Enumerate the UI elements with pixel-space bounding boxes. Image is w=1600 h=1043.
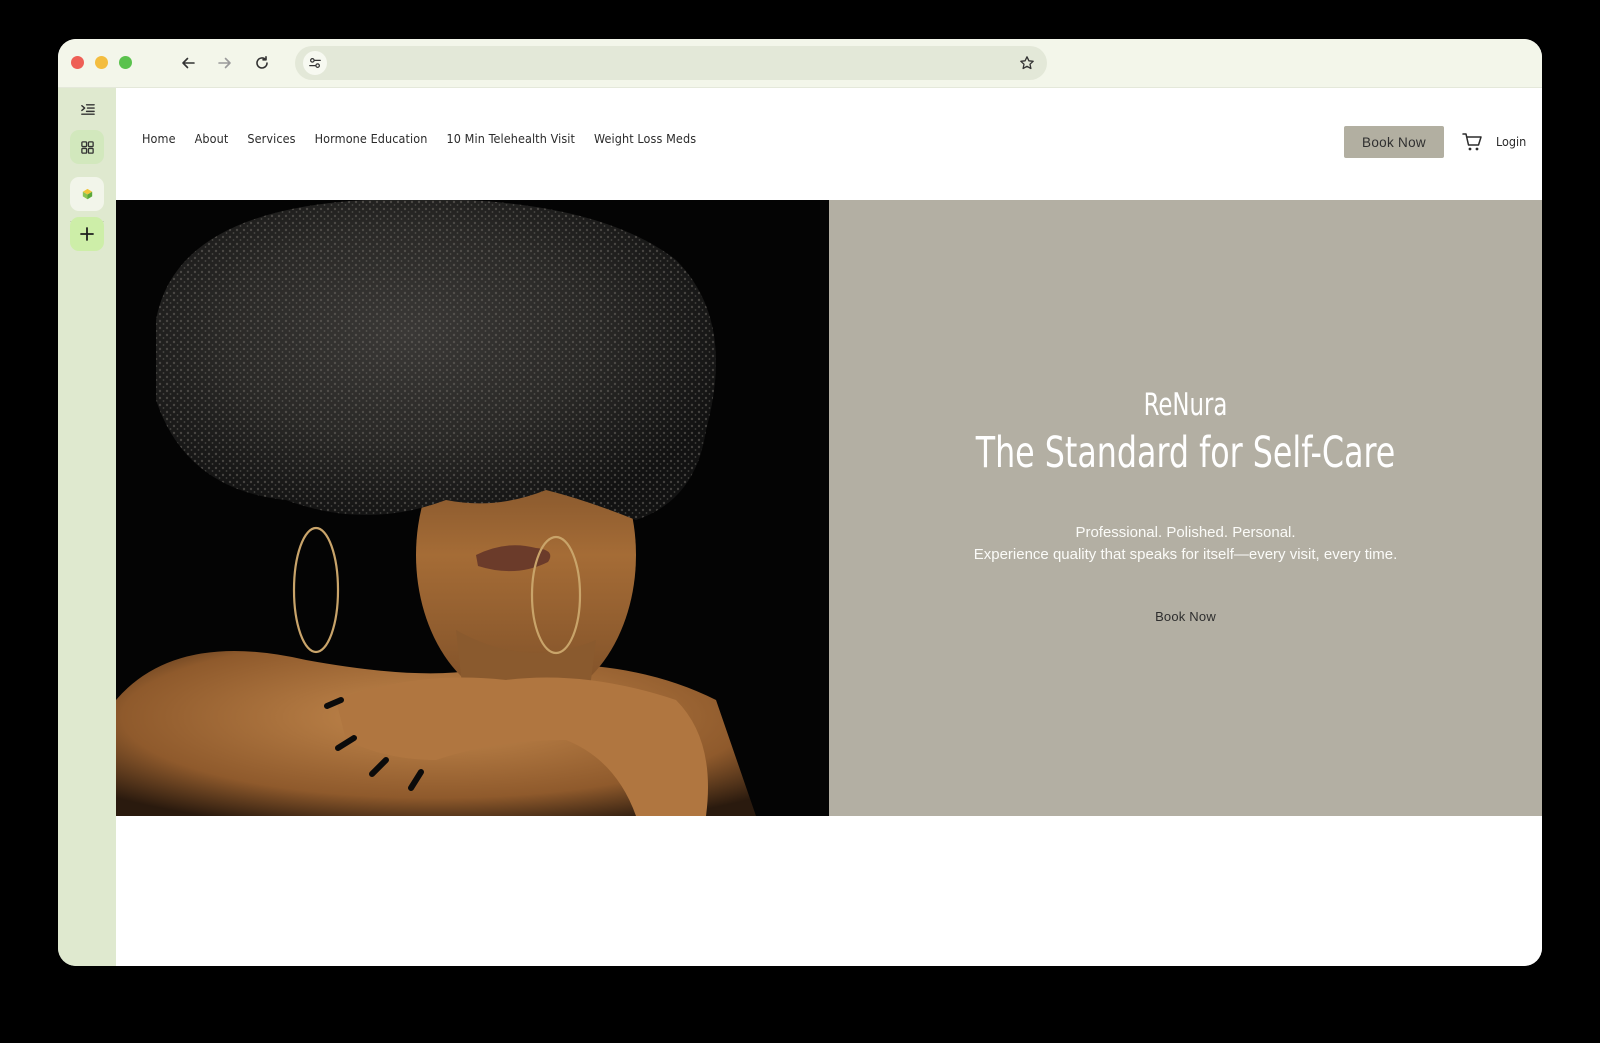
- cart-icon[interactable]: [1461, 131, 1483, 153]
- reload-icon[interactable]: [250, 51, 274, 75]
- nav-item-services[interactable]: Services: [247, 131, 295, 146]
- maximize-window-button[interactable]: [119, 56, 132, 69]
- hero-portrait-image: [116, 200, 829, 816]
- extension-logo-icon[interactable]: [70, 177, 104, 211]
- hero-headline: The Standard for Self-Care: [975, 428, 1396, 478]
- plus-icon[interactable]: [70, 217, 104, 251]
- header-book-now-button[interactable]: Book Now: [1344, 126, 1444, 158]
- browser-window: Home About Services Hormone Education 10…: [58, 39, 1542, 966]
- hero-tagline: Professional. Polished. Personal.: [1075, 524, 1296, 541]
- site-navigation: Home About Services Hormone Education 10…: [142, 131, 715, 146]
- hero-book-now-link[interactable]: Book Now: [829, 609, 1542, 624]
- back-arrow-icon[interactable]: [176, 51, 200, 75]
- login-link[interactable]: Login: [1496, 134, 1526, 149]
- hero-text-panel: ReNura The Standard for Self-Care Profes…: [829, 200, 1542, 816]
- minimize-window-button[interactable]: [95, 56, 108, 69]
- browser-sidebar: [58, 88, 116, 966]
- sidebar-toggle-icon[interactable]: [70, 92, 104, 126]
- nav-item-hormone-education[interactable]: Hormone Education: [315, 131, 428, 146]
- nav-item-telehealth-visit[interactable]: 10 Min Telehealth Visit: [447, 131, 576, 146]
- nav-item-home[interactable]: Home: [142, 131, 176, 146]
- hero-subtext: Experience quality that speaks for itsel…: [973, 546, 1398, 563]
- nav-item-about[interactable]: About: [195, 131, 229, 146]
- forward-arrow-icon[interactable]: [213, 51, 237, 75]
- web-page: Home About Services Hormone Education 10…: [116, 88, 1542, 966]
- site-settings-icon[interactable]: [303, 51, 327, 75]
- browser-toolbar: [58, 39, 1542, 88]
- address-bar[interactable]: [295, 46, 1047, 80]
- hero-section: ReNura The Standard for Self-Care Profes…: [116, 200, 1542, 816]
- brand-name: ReNura: [1143, 387, 1228, 423]
- close-window-button[interactable]: [71, 56, 84, 69]
- grid-apps-icon[interactable]: [70, 130, 104, 164]
- bookmark-star-icon[interactable]: [1017, 53, 1037, 73]
- nav-item-weight-loss-meds[interactable]: Weight Loss Meds: [594, 131, 696, 146]
